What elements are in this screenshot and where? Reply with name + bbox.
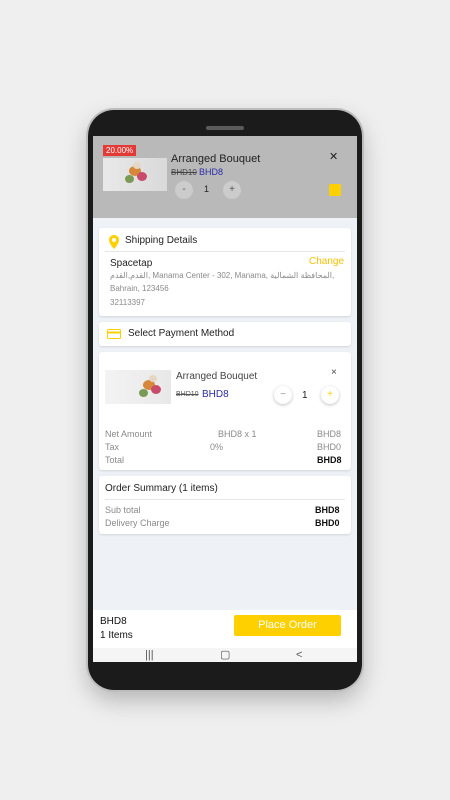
new-price: BHD8: [199, 167, 224, 177]
quantity-value: 1: [204, 184, 210, 194]
close-icon[interactable]: ✕: [329, 150, 338, 163]
place-order-button[interactable]: Place Order: [234, 615, 341, 636]
net-amount-label: Net Amount: [105, 429, 153, 439]
phone-frame: 20.00% Arranged Bouquet ✕ BHD10 BHD8 - 1…: [88, 110, 362, 690]
net-amount-value: BHD8: [317, 429, 342, 439]
footer-total: BHD8: [100, 616, 127, 627]
checkout-bar: BHD8 1 Items Place Order: [93, 610, 357, 648]
change-address-link[interactable]: Change: [309, 256, 344, 267]
address-line-1: القدم,القدم, Manama Center - 302, Manama…: [110, 271, 335, 280]
speaker-grill: [206, 126, 244, 130]
recent-apps-icon[interactable]: |||: [145, 648, 154, 662]
home-icon[interactable]: ▢: [220, 648, 230, 662]
order-summary-card: Order Summary (1 items) Sub total BHD8 D…: [99, 476, 351, 534]
item-quantity: 1: [302, 390, 308, 401]
address-line-2: Bahrain, 123456: [110, 284, 169, 293]
product-title: Arranged Bouquet: [171, 153, 261, 165]
tax-label: Tax: [105, 442, 120, 452]
payment-method-row[interactable]: Select Payment Method: [99, 322, 351, 346]
cart-item-card: Arranged Bouquet × BHD10 BHD8 − 1 + Net …: [99, 352, 351, 470]
delivery-charge-label: Delivery Charge: [105, 518, 170, 528]
increase-button[interactable]: +: [223, 181, 241, 199]
recipient-name: Spacetap: [110, 258, 153, 269]
credit-card-icon: [107, 329, 121, 339]
footer-items-count: 1 Items: [100, 630, 133, 641]
item-title: Arranged Bouquet: [176, 371, 258, 382]
item-decrease-button[interactable]: −: [274, 386, 292, 404]
item-increase-button[interactable]: +: [321, 386, 339, 404]
back-icon[interactable]: <: [296, 648, 302, 662]
location-pin-icon: [109, 235, 119, 249]
tax-rate: 0%: [210, 442, 224, 452]
item-image: [105, 370, 171, 404]
order-summary-title: Order Summary (1 items): [105, 483, 218, 494]
total-value: BHD8: [317, 455, 342, 465]
item-old-price: BHD10: [176, 391, 199, 398]
decrease-button[interactable]: -: [175, 181, 193, 199]
delivery-charge-value: BHD0: [315, 518, 340, 528]
divider: [105, 499, 345, 500]
payment-title: Select Payment Method: [128, 328, 235, 339]
total-label: Total: [105, 455, 125, 465]
remove-item-icon[interactable]: ×: [331, 367, 337, 378]
system-nav-bar: ||| ▢ <: [93, 648, 357, 662]
shipping-card: Shipping Details Spacetap Change القدم,ا…: [99, 228, 351, 316]
dimmed-product-sheet: 20.00% Arranged Bouquet ✕ BHD10 BHD8 - 1…: [93, 136, 357, 218]
phone-number: 32113397: [110, 298, 145, 307]
cart-icon[interactable]: [329, 184, 341, 196]
app-screen: 20.00% Arranged Bouquet ✕ BHD10 BHD8 - 1…: [93, 136, 357, 662]
net-amount-detail: BHD8 x 1: [218, 429, 257, 439]
old-price: BHD10: [171, 168, 197, 177]
shipping-title: Shipping Details: [125, 235, 198, 246]
discount-badge: 20.00%: [103, 145, 137, 156]
item-new-price: BHD8: [202, 389, 229, 400]
tax-value: BHD0: [317, 442, 342, 452]
product-image: [103, 158, 167, 191]
subtotal-label: Sub total: [105, 505, 141, 515]
divider: [105, 251, 345, 252]
subtotal-value: BHD8: [315, 505, 340, 515]
